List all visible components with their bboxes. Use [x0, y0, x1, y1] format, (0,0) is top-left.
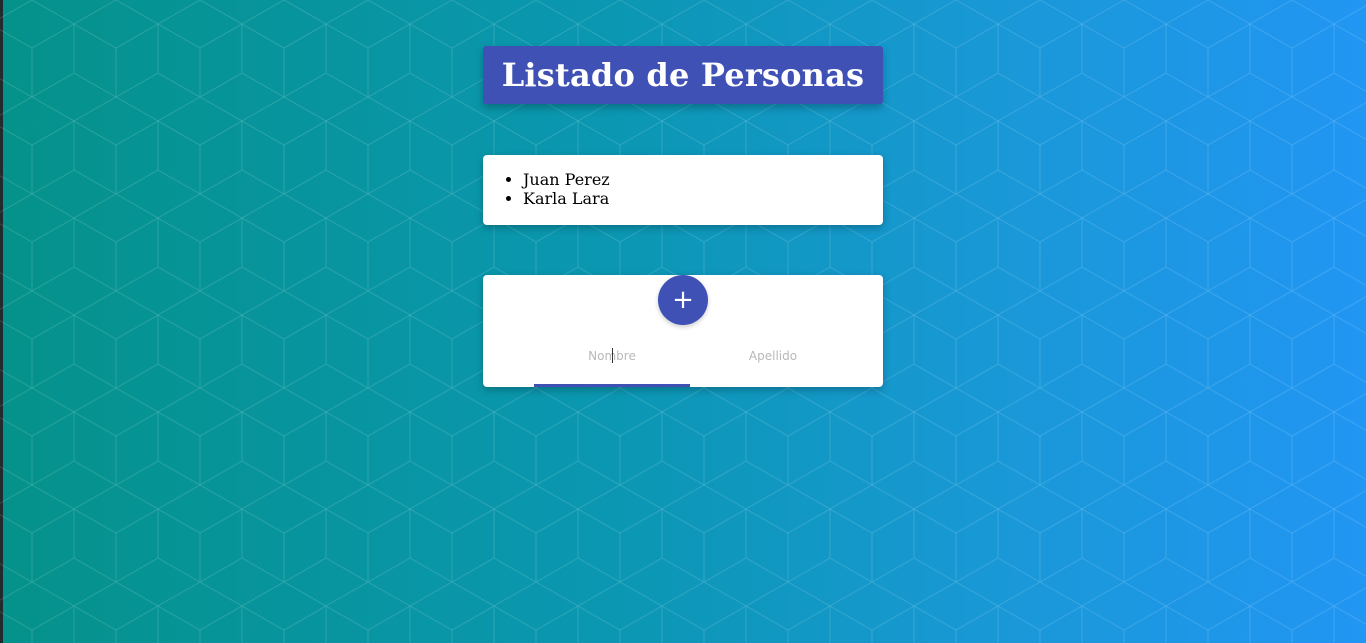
- plus-icon: +: [672, 285, 694, 315]
- page-title-banner: Listado de Personas: [483, 46, 883, 104]
- add-person-button[interactable]: +: [658, 275, 708, 325]
- list-item: Karla Lara: [523, 189, 883, 208]
- add-person-form-card: +: [483, 275, 883, 387]
- page-title: Listado de Personas: [501, 56, 865, 94]
- people-list: Juan Perez Karla Lara: [483, 155, 883, 208]
- list-item: Juan Perez: [523, 170, 883, 189]
- people-list-card: Juan Perez Karla Lara: [483, 155, 883, 225]
- apellido-input[interactable]: [695, 337, 851, 375]
- apellido-field-container: [695, 337, 851, 387]
- text-cursor: [612, 348, 613, 363]
- window-left-edge: [0, 0, 3, 643]
